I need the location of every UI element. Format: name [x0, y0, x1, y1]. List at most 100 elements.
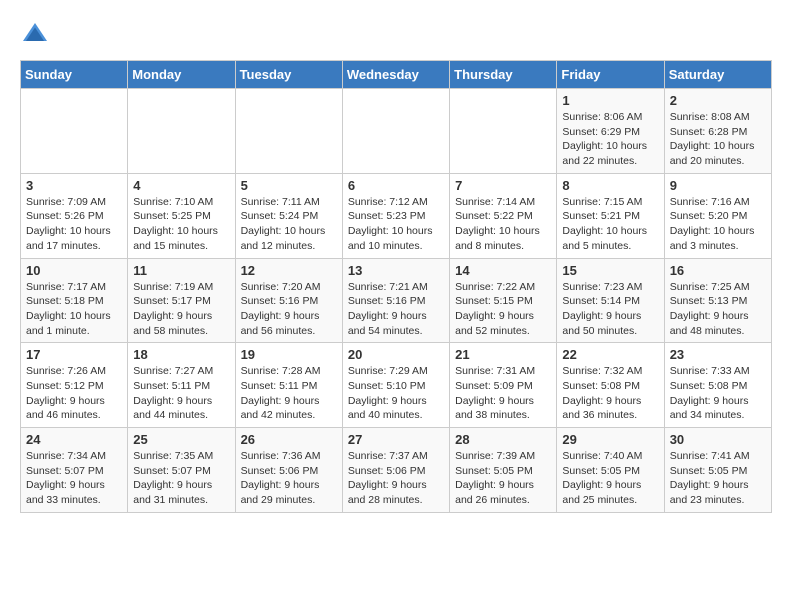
weekday-header: Wednesday	[342, 61, 449, 89]
day-number: 14	[455, 263, 551, 278]
day-info: Sunrise: 7:27 AM Sunset: 5:11 PM Dayligh…	[133, 364, 229, 423]
day-number: 1	[562, 93, 658, 108]
day-number: 22	[562, 347, 658, 362]
day-info: Sunrise: 7:28 AM Sunset: 5:11 PM Dayligh…	[241, 364, 337, 423]
weekday-header: Sunday	[21, 61, 128, 89]
calendar-cell: 15Sunrise: 7:23 AM Sunset: 5:14 PM Dayli…	[557, 258, 664, 343]
calendar-cell: 5 Sunrise: 7:11 AM Sunset: 5:24 PM Daylig…	[235, 173, 342, 258]
weekday-header: Friday	[557, 61, 664, 89]
day-number: 26	[241, 432, 337, 447]
day-info: Sunrise: 7:26 AM Sunset: 5:12 PM Dayligh…	[26, 364, 122, 423]
day-info: Sunrise: 7:33 AM Sunset: 5:08 PM Dayligh…	[670, 364, 766, 423]
calendar-cell: 2 Sunrise: 8:08 AM Sunset: 6:28 PM Daylig…	[664, 89, 771, 174]
day-info: Sunrise: 7:21 AM Sunset: 5:16 PM Dayligh…	[348, 280, 444, 339]
calendar-cell: 26 Sunrise: 7:36 AM Sunset: 5:06 PM Dayli…	[235, 428, 342, 513]
calendar-cell: 7 Sunrise: 7:14 AM Sunset: 5:22 PM Daylig…	[450, 173, 557, 258]
calendar-cell: 17 Sunrise: 7:26 AM Sunset: 5:12 PM Dayli…	[21, 343, 128, 428]
day-info: Sunrise: 7:19 AM Sunset: 5:17 PM Dayligh…	[133, 280, 229, 339]
day-info: Sunrise: 7:39 AM Sunset: 5:05 PM Dayligh…	[455, 449, 551, 508]
day-info: Sunrise: 8:08 AM Sunset: 6:28 PM Dayligh…	[670, 110, 766, 169]
weekday-header: Monday	[128, 61, 235, 89]
day-number: 10	[26, 263, 122, 278]
day-info: Sunrise: 7:11 AM Sunset: 5:24 PM Dayligh…	[241, 195, 337, 254]
day-number: 13	[348, 263, 444, 278]
day-info: Sunrise: 7:34 AM Sunset: 5:07 PM Dayligh…	[26, 449, 122, 508]
day-info: Sunrise: 7:29 AM Sunset: 5:10 PM Dayligh…	[348, 364, 444, 423]
calendar-cell: 8 Sunrise: 7:15 AM Sunset: 5:21 PM Daylig…	[557, 173, 664, 258]
calendar-cell: 13 Sunrise: 7:21 AM Sunset: 5:16 PM Dayli…	[342, 258, 449, 343]
day-info: Sunrise: 7:23 AM Sunset: 5:14 PM Dayligh…	[562, 280, 658, 339]
calendar-week-row: 10 Sunrise: 7:17 AM Sunset: 5:18 PM Dayli…	[21, 258, 772, 343]
calendar-cell	[21, 89, 128, 174]
day-info: Sunrise: 7:12 AM Sunset: 5:23 PM Dayligh…	[348, 195, 444, 254]
day-info: Sunrise: 7:16 AM Sunset: 5:20 PM Dayligh…	[670, 195, 766, 254]
day-number: 11	[133, 263, 229, 278]
calendar-week-row: 1Sunrise: 8:06 AM Sunset: 6:29 PM Daylig…	[21, 89, 772, 174]
day-info: Sunrise: 7:32 AM Sunset: 5:08 PM Dayligh…	[562, 364, 658, 423]
page-header	[20, 20, 772, 50]
calendar-cell: 23 Sunrise: 7:33 AM Sunset: 5:08 PM Dayli…	[664, 343, 771, 428]
day-number: 24	[26, 432, 122, 447]
calendar-cell: 6 Sunrise: 7:12 AM Sunset: 5:23 PM Daylig…	[342, 173, 449, 258]
calendar-cell: 3Sunrise: 7:09 AM Sunset: 5:26 PM Daylig…	[21, 173, 128, 258]
calendar-cell: 24 Sunrise: 7:34 AM Sunset: 5:07 PM Dayli…	[21, 428, 128, 513]
calendar-week-row: 17 Sunrise: 7:26 AM Sunset: 5:12 PM Dayli…	[21, 343, 772, 428]
day-number: 8	[562, 178, 658, 193]
day-info: Sunrise: 7:35 AM Sunset: 5:07 PM Dayligh…	[133, 449, 229, 508]
day-number: 6	[348, 178, 444, 193]
day-number: 3	[26, 178, 122, 193]
day-number: 2	[670, 93, 766, 108]
day-info: Sunrise: 7:20 AM Sunset: 5:16 PM Dayligh…	[241, 280, 337, 339]
day-info: Sunrise: 7:41 AM Sunset: 5:05 PM Dayligh…	[670, 449, 766, 508]
day-number: 5	[241, 178, 337, 193]
calendar-cell: 22 Sunrise: 7:32 AM Sunset: 5:08 PM Dayli…	[557, 343, 664, 428]
day-number: 20	[348, 347, 444, 362]
day-number: 16	[670, 263, 766, 278]
calendar-cell: 19 Sunrise: 7:28 AM Sunset: 5:11 PM Dayli…	[235, 343, 342, 428]
weekday-header: Saturday	[664, 61, 771, 89]
weekday-header: Tuesday	[235, 61, 342, 89]
calendar-cell: 25 Sunrise: 7:35 AM Sunset: 5:07 PM Dayli…	[128, 428, 235, 513]
day-number: 12	[241, 263, 337, 278]
day-number: 27	[348, 432, 444, 447]
calendar-week-row: 3Sunrise: 7:09 AM Sunset: 5:26 PM Daylig…	[21, 173, 772, 258]
day-info: Sunrise: 7:36 AM Sunset: 5:06 PM Dayligh…	[241, 449, 337, 508]
day-number: 21	[455, 347, 551, 362]
calendar-cell: 28 Sunrise: 7:39 AM Sunset: 5:05 PM Dayli…	[450, 428, 557, 513]
day-number: 30	[670, 432, 766, 447]
day-info: Sunrise: 7:22 AM Sunset: 5:15 PM Dayligh…	[455, 280, 551, 339]
calendar-cell: 29 Sunrise: 7:40 AM Sunset: 5:05 PM Dayli…	[557, 428, 664, 513]
calendar-cell: 30 Sunrise: 7:41 AM Sunset: 5:05 PM Dayli…	[664, 428, 771, 513]
day-number: 29	[562, 432, 658, 447]
calendar-cell: 12 Sunrise: 7:20 AM Sunset: 5:16 PM Dayli…	[235, 258, 342, 343]
day-info: Sunrise: 7:17 AM Sunset: 5:18 PM Dayligh…	[26, 280, 122, 339]
day-number: 25	[133, 432, 229, 447]
day-info: Sunrise: 7:40 AM Sunset: 5:05 PM Dayligh…	[562, 449, 658, 508]
calendar-cell: 10 Sunrise: 7:17 AM Sunset: 5:18 PM Dayli…	[21, 258, 128, 343]
calendar-cell	[235, 89, 342, 174]
day-info: Sunrise: 7:15 AM Sunset: 5:21 PM Dayligh…	[562, 195, 658, 254]
calendar-cell: 16Sunrise: 7:25 AM Sunset: 5:13 PM Dayli…	[664, 258, 771, 343]
calendar-cell: 27Sunrise: 7:37 AM Sunset: 5:06 PM Dayli…	[342, 428, 449, 513]
calendar-table: SundayMondayTuesdayWednesdayThursdayFrid…	[20, 60, 772, 513]
day-number: 9	[670, 178, 766, 193]
day-number: 28	[455, 432, 551, 447]
calendar-cell: 9 Sunrise: 7:16 AM Sunset: 5:20 PM Daylig…	[664, 173, 771, 258]
day-info: Sunrise: 7:14 AM Sunset: 5:22 PM Dayligh…	[455, 195, 551, 254]
calendar-cell: 14 Sunrise: 7:22 AM Sunset: 5:15 PM Dayli…	[450, 258, 557, 343]
calendar-cell: 18 Sunrise: 7:27 AM Sunset: 5:11 PM Dayli…	[128, 343, 235, 428]
day-number: 19	[241, 347, 337, 362]
calendar-cell: 11 Sunrise: 7:19 AM Sunset: 5:17 PM Dayli…	[128, 258, 235, 343]
calendar-cell	[128, 89, 235, 174]
weekday-header: Thursday	[450, 61, 557, 89]
calendar-cell	[342, 89, 449, 174]
day-number: 7	[455, 178, 551, 193]
calendar-cell: 4 Sunrise: 7:10 AM Sunset: 5:25 PM Daylig…	[128, 173, 235, 258]
day-number: 4	[133, 178, 229, 193]
day-number: 17	[26, 347, 122, 362]
logo-icon	[20, 20, 50, 50]
day-number: 23	[670, 347, 766, 362]
day-number: 18	[133, 347, 229, 362]
day-info: Sunrise: 7:10 AM Sunset: 5:25 PM Dayligh…	[133, 195, 229, 254]
calendar-cell	[450, 89, 557, 174]
